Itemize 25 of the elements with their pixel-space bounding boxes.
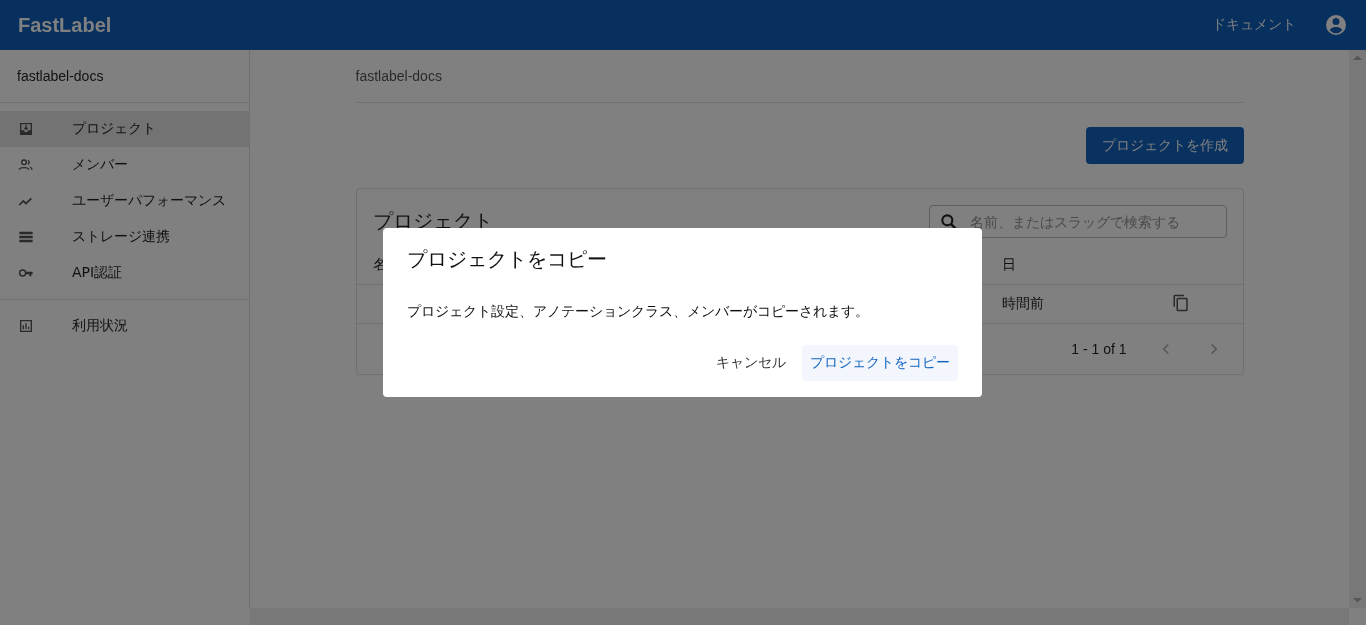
cancel-button[interactable]: キャンセル [708,345,794,381]
breadcrumb[interactable]: fastlabel-docs [355,68,442,84]
sidebar-item[interactable]: メンバー [0,147,249,183]
organization-name: fastlabel-docs [17,68,104,84]
sidebar-item[interactable]: API認証 [0,255,249,291]
sidebar-item[interactable]: ユーザーパフォーマンス [0,183,249,219]
inbox-icon [18,121,34,137]
dialog-message: プロジェクト設定、アノテーションクラス、メンバーがコピーされます。 [407,303,869,319]
account-icon[interactable] [1324,13,1348,37]
people-icon [18,157,34,173]
copy-project-button[interactable]: プロジェクトをコピー [802,345,958,381]
docs-link[interactable]: ドキュメント [1212,16,1296,34]
table-cell: 時間前 [1001,295,1044,311]
create-project-button[interactable]: プロジェクトを作成 [1085,127,1244,164]
bar-chart-icon [18,318,34,334]
dialog-title: プロジェクトをコピー [407,246,608,273]
sidebar-item[interactable]: 利用状況 [0,308,249,344]
pagination-range: 1 - 1 of 1 [1071,341,1127,357]
app-logo[interactable]: FastLabel [18,13,112,37]
sidebar-item[interactable]: ストレージ連携 [0,219,249,255]
storage-icon [18,229,34,245]
sidebar-item[interactable]: プロジェクト [0,111,249,147]
column-header: 日 [1001,256,1016,272]
copy-icon[interactable] [1171,293,1190,312]
vertical-scrollbar[interactable] [1349,50,1366,608]
